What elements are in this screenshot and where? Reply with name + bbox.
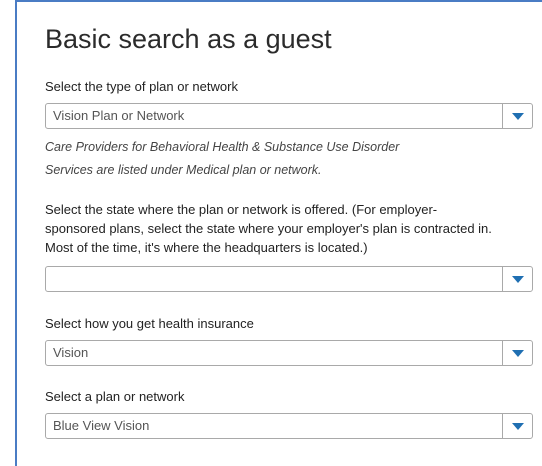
plan-dropdown-button[interactable] [502, 414, 532, 438]
plan-type-value: Vision Plan or Network [53, 108, 185, 123]
state-label-line-3: Most of the time, it's where the headqua… [45, 240, 368, 255]
plan-value: Blue View Vision [53, 418, 150, 433]
state-select[interactable] [45, 266, 533, 292]
plan-type-label: Select the type of plan or network [45, 79, 238, 94]
insurance-value: Vision [53, 345, 89, 360]
page-title: Basic search as a guest [45, 24, 332, 54]
caret-down-icon [511, 275, 524, 283]
search-panel: Basic search as a guest Select the type … [15, 0, 542, 466]
state-label-line-2: sponsored plans, select the state where … [45, 221, 492, 236]
plan-label: Select a plan or network [45, 389, 185, 404]
caret-down-icon [511, 112, 524, 120]
state-dropdown-button[interactable] [502, 267, 532, 291]
plan-type-note-line-2: Services are listed under Medical plan o… [45, 163, 322, 177]
plan-select[interactable]: Blue View Vision [45, 413, 533, 439]
caret-down-icon [511, 349, 524, 357]
caret-down-icon [511, 422, 524, 430]
plan-type-select[interactable]: Vision Plan or Network [45, 103, 533, 129]
state-label-line-1: Select the state where the plan or netwo… [45, 202, 438, 217]
insurance-dropdown-button[interactable] [502, 341, 532, 365]
insurance-select[interactable]: Vision [45, 340, 533, 366]
insurance-label: Select how you get health insurance [45, 316, 254, 331]
plan-type-dropdown-button[interactable] [502, 104, 532, 128]
plan-type-note-line-1: Care Providers for Behavioral Health & S… [45, 140, 400, 154]
